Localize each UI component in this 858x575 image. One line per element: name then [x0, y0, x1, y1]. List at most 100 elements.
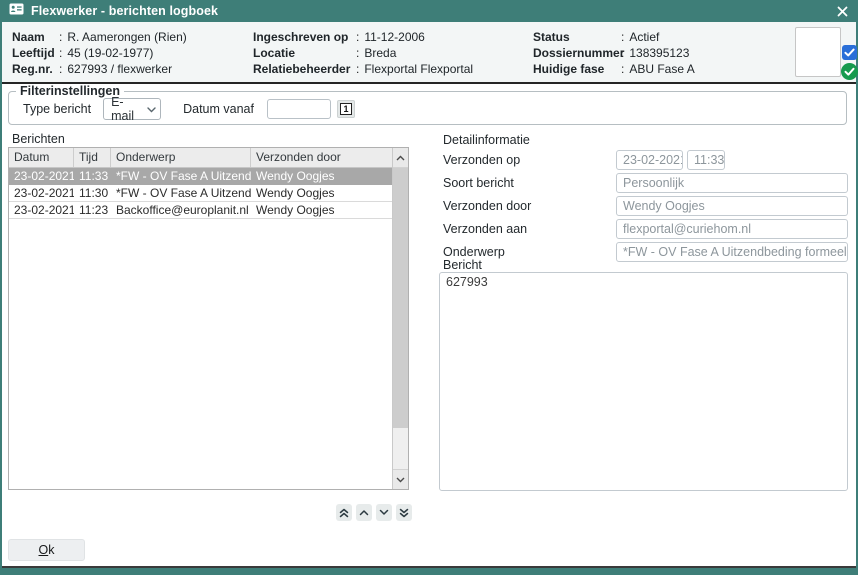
column-header-datum[interactable]: Datum	[9, 148, 74, 167]
field-separator: :	[59, 61, 67, 77]
ok-accesskey: O	[39, 543, 49, 557]
ok-button[interactable]: Ok	[8, 539, 85, 561]
field-label: Locatie	[253, 45, 356, 61]
field-label: Dossiernummer	[533, 45, 621, 61]
field-separator: :	[356, 61, 364, 77]
close-icon[interactable]	[835, 4, 849, 18]
bericht-textarea[interactable]: 627993	[439, 272, 848, 491]
verzonden-op-time-field[interactable]: 11:33	[687, 150, 725, 170]
info-field-status: Status : Actief	[533, 29, 695, 45]
field-label: Huidige fase	[533, 61, 621, 77]
jump-first-button[interactable]	[336, 504, 352, 521]
table-row[interactable]: 23-02-2021 11:33 *FW - OV Fase A Uitzend…	[9, 168, 392, 185]
field-separator: :	[59, 29, 67, 45]
onderwerp-field[interactable]: *FW - OV Fase A Uitzendbeding formeel	[616, 242, 848, 262]
cell-datum: 23-02-2021	[9, 202, 74, 218]
field-value: 45 (19-02-1977)	[67, 45, 153, 61]
next-button[interactable]	[376, 504, 392, 521]
cell-tijd: 11:30	[74, 185, 111, 201]
jump-last-button[interactable]	[396, 504, 412, 521]
field-separator: :	[621, 61, 629, 77]
field-value: Actief	[629, 29, 659, 45]
window-content: Naam : R. Aamerongen (Rien) Leeftijd : 4…	[2, 22, 856, 568]
type-bericht-label: Type bericht	[23, 102, 91, 116]
type-bericht-value: E-mail	[111, 95, 143, 123]
cell-onderwerp: *FW - OV Fase A Uitzendb...	[111, 185, 251, 201]
info-field-huidige-fase: Huidige fase : ABU Fase A	[533, 61, 695, 77]
double-chevron-up-icon	[339, 508, 349, 518]
info-column-1: Naam : R. Aamerongen (Rien) Leeftijd : 4…	[12, 29, 187, 77]
info-column-2: Ingeschreven op : 11-12-2006 Locatie : B…	[253, 29, 473, 77]
field-value: Breda	[364, 45, 396, 61]
info-column-3: Status : Actief Dossiernummer : 13839512…	[533, 29, 695, 77]
type-bericht-select[interactable]: E-mail	[103, 98, 161, 120]
previous-button[interactable]	[356, 504, 372, 521]
green-check-icon	[841, 63, 858, 83]
field-separator: :	[621, 29, 629, 45]
column-header-onderwerp[interactable]: Onderwerp	[111, 148, 251, 167]
verzonden-door-field[interactable]: Wendy Oogjes	[616, 196, 848, 216]
table-row[interactable]: 23-02-2021 11:23 Backoffice@europlanit.n…	[9, 202, 392, 219]
verzonden-op-label: Verzonden op	[443, 153, 520, 167]
chevron-down-icon	[379, 509, 389, 516]
field-label: Leeftijd	[12, 45, 59, 61]
soort-bericht-label: Soort bericht	[443, 176, 514, 190]
calendar-icon: 1	[340, 103, 352, 115]
soort-bericht-field[interactable]: Persoonlijk	[616, 173, 848, 193]
datum-vanaf-label: Datum vanaf	[183, 102, 254, 116]
info-field-leeftijd: Leeftijd : 45 (19-02-1977)	[12, 45, 187, 61]
cell-datum: 23-02-2021	[9, 168, 74, 184]
info-field-locatie: Locatie : Breda	[253, 45, 473, 61]
ok-rest: k	[48, 543, 54, 557]
cell-verzonden-door: Wendy Oogjes	[251, 202, 392, 218]
datum-vanaf-input[interactable]	[267, 99, 331, 119]
cell-onderwerp: Backoffice@europlanit.nl	[111, 202, 251, 218]
berichten-table: Datum Tijd Onderwerp Verzonden door 23-0…	[8, 147, 409, 490]
verzonden-aan-label: Verzonden aan	[443, 222, 527, 236]
field-separator: :	[356, 29, 364, 45]
contact-card-icon	[9, 2, 24, 20]
double-chevron-down-icon	[399, 508, 409, 518]
chevron-down-icon	[147, 102, 156, 116]
filter-legend: Filterinstellingen	[16, 84, 124, 98]
detail-row-soort-bericht: Soort bericht	[443, 173, 514, 193]
scrollbar-thumb[interactable]	[393, 168, 408, 428]
scrollbar-down-button[interactable]	[393, 469, 408, 489]
calendar-button[interactable]: 1	[337, 100, 355, 118]
info-field-ingeschreven-op: Ingeschreven op : 11-12-2006	[253, 29, 473, 45]
info-field-relatiebeheerder: Relatiebeheerder : Flexportal Flexportal	[253, 61, 473, 77]
column-header-verzonden-door[interactable]: Verzonden door	[251, 148, 408, 167]
table-row[interactable]: 23-02-2021 11:30 *FW - OV Fase A Uitzend…	[9, 185, 392, 202]
field-label: Reg.nr.	[12, 61, 59, 77]
info-field-naam: Naam : R. Aamerongen (Rien)	[12, 29, 187, 45]
field-value: ABU Fase A	[629, 61, 694, 77]
verzonden-aan-field[interactable]: flexportal@curiehom.nl	[616, 219, 848, 239]
scrollbar-up-button[interactable]	[393, 148, 408, 168]
field-label: Status	[533, 29, 621, 45]
checked-checkbox-icon[interactable]	[842, 45, 857, 63]
filter-fieldset: Filterinstellingen Type bericht E-mail D…	[8, 84, 847, 125]
verzonden-door-label: Verzonden door	[443, 199, 531, 213]
field-value: 11-12-2006	[364, 29, 425, 45]
detail-row-verzonden-door: Verzonden door	[443, 196, 531, 216]
cell-verzonden-door: Wendy Oogjes	[251, 185, 392, 201]
column-header-tijd[interactable]: Tijd	[74, 148, 111, 167]
title-bar: Flexwerker - berichten logboek	[0, 0, 858, 22]
field-value: R. Aamerongen (Rien)	[67, 29, 186, 45]
field-separator: :	[356, 45, 364, 61]
verzonden-op-date-field[interactable]: 23-02-2021	[616, 150, 683, 170]
table-scrollbar[interactable]	[392, 148, 408, 489]
onderwerp-label: Onderwerp	[443, 245, 505, 259]
detail-row-verzonden-op: Verzonden op	[443, 150, 520, 170]
filter-row: Type bericht E-mail Datum vanaf 1	[9, 96, 846, 122]
field-value: Flexportal Flexportal	[364, 61, 473, 77]
field-separator: :	[59, 45, 67, 61]
field-value: 138395123	[629, 45, 689, 61]
cell-tijd: 11:33	[74, 168, 111, 184]
bericht-label: Bericht	[443, 258, 482, 272]
cell-tijd: 11:23	[74, 202, 111, 218]
cell-datum: 23-02-2021	[9, 185, 74, 201]
window-title: Flexwerker - berichten logboek	[31, 4, 218, 18]
field-label: Naam	[12, 29, 59, 45]
field-separator: :	[621, 45, 629, 61]
